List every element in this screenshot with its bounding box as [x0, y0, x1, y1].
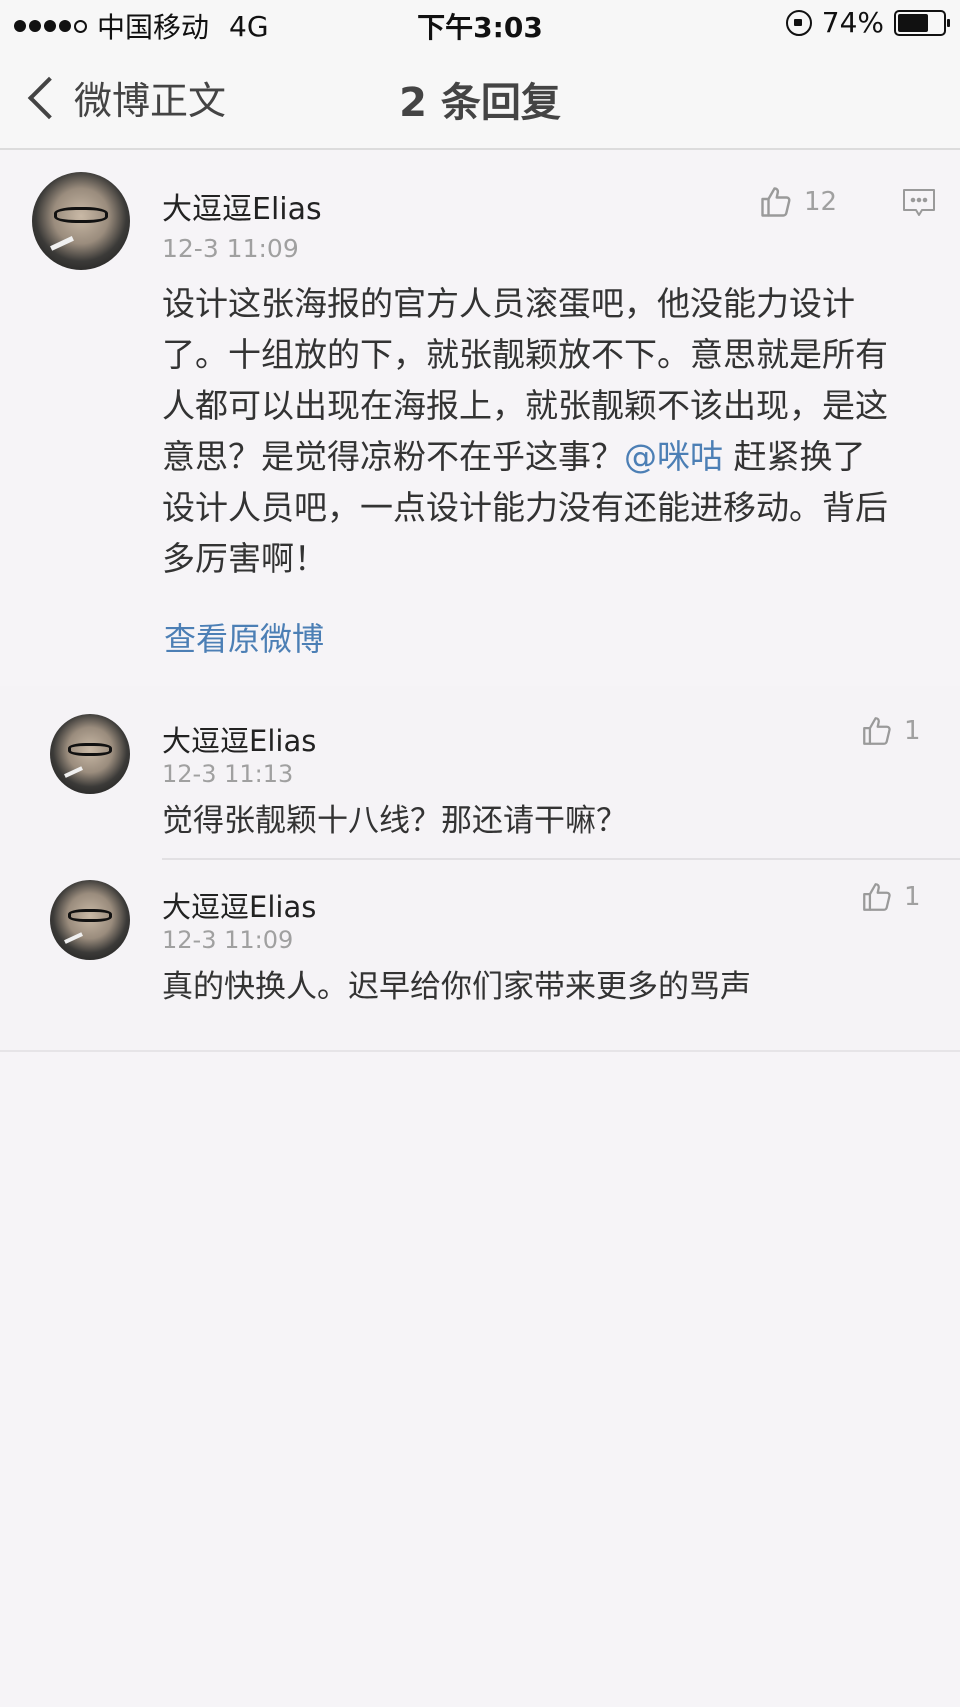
- rotation-lock-icon: [785, 9, 812, 36]
- like-count: 12: [804, 187, 838, 217]
- reply-time: 12-3 11:13: [162, 760, 294, 788]
- comment-text-segment: 意思？是觉得凉粉不在乎这事？: [162, 437, 624, 476]
- like-button[interactable]: 1: [860, 880, 921, 914]
- avatar[interactable]: [32, 172, 130, 270]
- like-count: 1: [904, 716, 921, 746]
- comment-username[interactable]: 大逗逗Elias: [162, 184, 322, 228]
- status-bar: 中国移动 4G 下午3:03 74%: [0, 0, 960, 48]
- avatar[interactable]: [50, 880, 130, 960]
- comment-body: 设计这张海报的官方人员滚蛋吧，他没能力设计 了。十组放的下，就张靓颖放不下。意思…: [162, 278, 942, 584]
- comment-time: 12-3 11:09: [162, 234, 299, 263]
- comment-line: 了。十组放的下，就张靓颖放不下。意思就是所有: [162, 335, 888, 374]
- comment-line: 意思？是觉得凉粉不在乎这事？@咪咕 赶紧换了: [162, 431, 942, 482]
- thumbs-up-icon: [758, 184, 794, 220]
- reply-time: 12-3 11:09: [162, 926, 294, 954]
- replies-list: 大逗逗Elias 12-3 11:13 1 觉得张靓颖十八线？那还请干嘛？ 大逗…: [0, 686, 960, 1052]
- battery-level: [898, 13, 928, 32]
- main-comment: 大逗逗Elias 12-3 11:09 12 设计这张海报的官方人员滚蛋吧，他没…: [0, 150, 960, 682]
- reply-username[interactable]: 大逗逗Elias: [162, 884, 316, 926]
- avatar[interactable]: [50, 714, 130, 794]
- comment-icon: [903, 189, 935, 216]
- nav-bar: 微博正文 2 条回复: [0, 48, 960, 150]
- like-count: 1: [904, 882, 921, 912]
- comment-text-segment: 赶紧换了: [723, 437, 866, 476]
- reply-text: 觉得张靓颖十八线？那还请干嘛？: [162, 803, 627, 839]
- reply-button[interactable]: [902, 188, 936, 224]
- like-button[interactable]: 12: [758, 184, 837, 220]
- comment-line: 设计人员吧，一点设计能力没有还能进移动。背后: [162, 488, 888, 527]
- view-original-link[interactable]: 查看原微博: [164, 614, 324, 660]
- reply-text: 真的快换人。迟早给你们家带来更多的骂声: [162, 969, 751, 1005]
- thumbs-up-icon: [860, 880, 894, 914]
- comment-line: 设计这张海报的官方人员滚蛋吧，他没能力设计: [162, 284, 855, 323]
- mention-link[interactable]: @咪咕: [624, 437, 723, 476]
- page-title: 2 条回复: [399, 80, 561, 126]
- reply-username[interactable]: 大逗逗Elias: [162, 718, 316, 760]
- comment-line: 人都可以出现在海报上，就张靓颖不该出现，是这: [162, 386, 888, 425]
- like-button[interactable]: 1: [860, 714, 921, 748]
- battery-icon: [894, 9, 950, 36]
- battery-percent: 74%: [821, 6, 884, 39]
- divider: [162, 858, 960, 860]
- thumbs-up-icon: [860, 714, 894, 748]
- status-right: 74%: [785, 6, 950, 39]
- comment-line: 多厉害啊！: [162, 539, 327, 578]
